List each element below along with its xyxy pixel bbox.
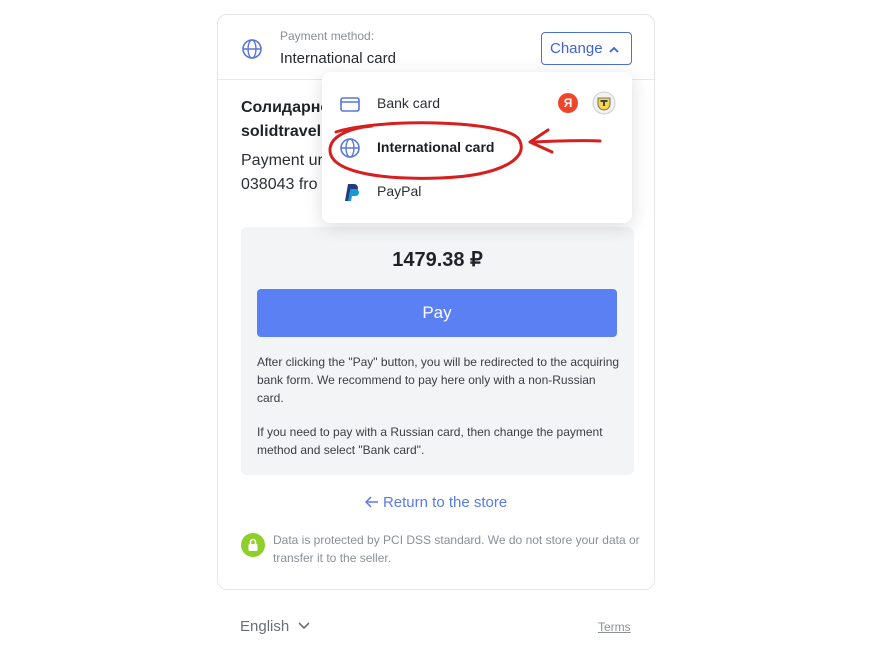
terms-link[interactable]: Terms [598,620,631,634]
yandex-logo-icon: Я [558,93,578,113]
option-label: Bank card [377,95,441,111]
lock-icon [241,533,265,557]
merchant-site: solidtravel [241,123,322,140]
return-link-label: Return to the store [382,494,508,511]
bank-card-icon [339,93,361,115]
tinkoff-logo-icon [592,91,616,115]
chevron-down-icon [297,618,311,635]
globe-icon [339,137,361,159]
security-notice: Data is protected by PCI DSS standard. W… [273,533,640,565]
redirect-notice: After clicking the "Pay" button, you wil… [257,355,620,405]
option-label: PayPal [377,183,422,199]
change-method-button[interactable]: Change [541,32,632,65]
change-button-label: Change [550,40,603,57]
globe-icon [241,38,263,60]
option-bank-card[interactable]: Bank card Я [322,82,632,126]
language-selector[interactable]: English [240,618,311,635]
amount-label: 1479.38 ₽ [392,249,483,271]
option-international-card[interactable]: International card [322,126,632,170]
option-paypal[interactable]: PayPal [322,170,632,214]
payment-description-line1: Payment ur [241,152,323,169]
russian-card-notice: If you need to pay with a Russian card, … [257,425,603,457]
payment-method-value: International card [280,50,396,67]
payment-method-header: Payment method: International card Chang… [218,15,654,80]
payment-box: 1479.38 ₽ Pay After clicking the "Pay" b… [241,227,634,475]
payment-method-caption: Payment method: [280,29,375,43]
pay-button[interactable]: Pay [257,289,617,337]
merchant-info: Солидарность solidtravel Payment ur 0380… [241,95,326,205]
return-to-store-link[interactable]: Return to the store [218,494,654,511]
arrow-left-icon [364,494,383,511]
option-label: International card [377,139,495,155]
payment-description-line2: 038043 fro [241,176,318,193]
merchant-name: Солидарность [241,99,326,116]
chevron-up-icon [608,43,620,60]
payment-method-dropdown: Bank card Я International card PayPal [322,72,632,223]
language-label: English [240,618,290,635]
paypal-icon [339,181,361,203]
